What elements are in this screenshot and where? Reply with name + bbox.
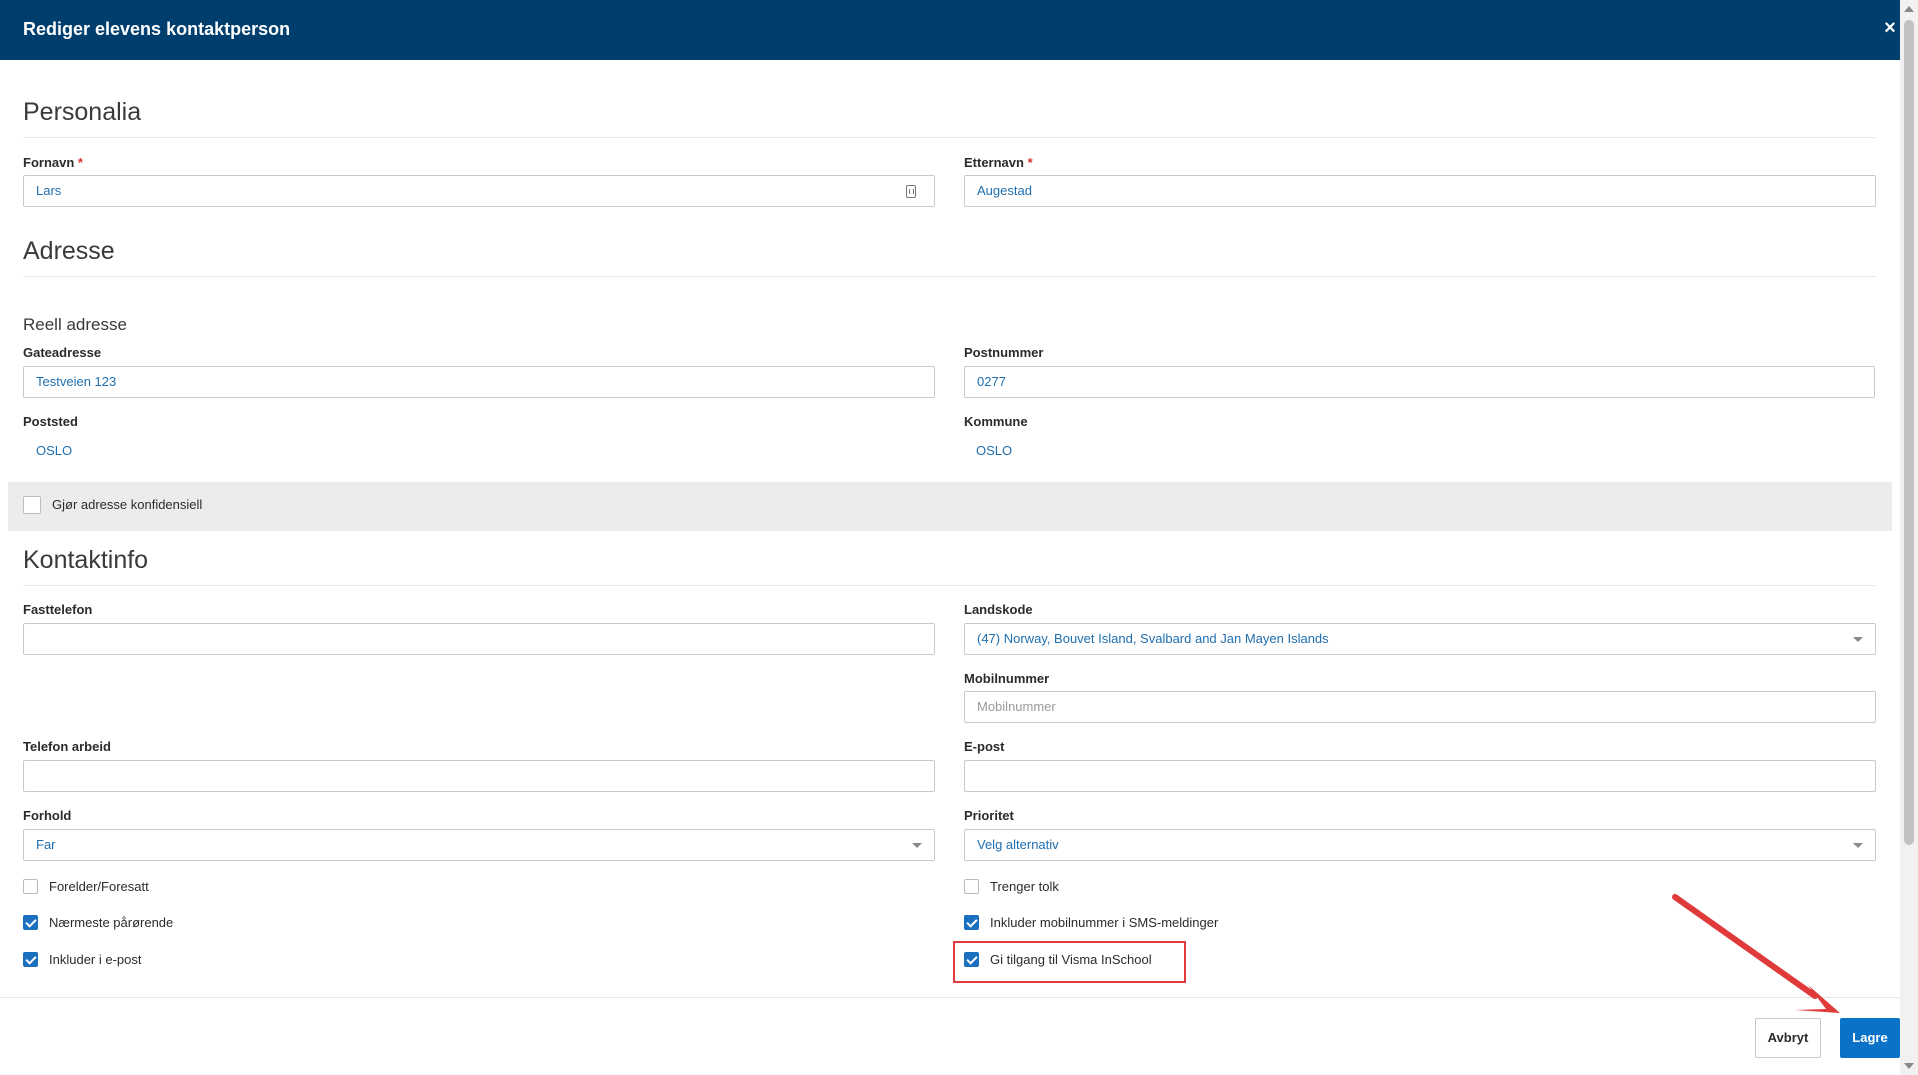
fornavn-label: Fornavn * <box>23 155 83 170</box>
scrollbar[interactable] <box>1900 0 1918 1075</box>
etternavn-input[interactable]: Augestad <box>964 175 1876 207</box>
etternavn-label: Etternavn * <box>964 155 1033 170</box>
prioritet-select[interactable]: Velg alternativ <box>964 829 1876 861</box>
kommune-value: OSLO <box>976 443 1013 458</box>
annotation-highlight-box <box>953 941 1186 983</box>
naermeste-paaroerende-checkbox[interactable] <box>23 915 38 930</box>
forhold-select[interactable]: Far <box>23 829 935 861</box>
telefon-arbeid-label: Telefon arbeid <box>23 739 111 754</box>
scroll-down-icon[interactable] <box>1904 1063 1914 1069</box>
contact-card-icon <box>906 185 916 198</box>
chevron-down-icon <box>912 843 922 848</box>
forelder-label: Forelder/Foresatt <box>49 879 149 894</box>
forhold-label: Forhold <box>23 808 72 823</box>
naermeste-paaroerende-label: Nærmeste pårørende <box>49 915 174 930</box>
trenger-tolk-label: Trenger tolk <box>990 879 1059 894</box>
gateadresse-input[interactable]: Testveien 123 <box>23 366 935 398</box>
scrollbar-thumb[interactable] <box>1904 20 1914 845</box>
sms-label: Inkluder mobilnummer i SMS-meldinger <box>990 915 1219 930</box>
cancel-button[interactable]: Avbryt <box>1755 1018 1821 1058</box>
prioritet-label: Prioritet <box>964 808 1014 823</box>
epost-label: E-post <box>964 739 1005 754</box>
close-icon[interactable]: × <box>1880 17 1900 40</box>
postnummer-input[interactable]: 0277 <box>964 366 1875 398</box>
dialog-header: Rediger elevens kontaktperson × <box>0 0 1900 60</box>
section-personalia: Personalia <box>23 98 142 126</box>
mobilnummer-input[interactable]: Mobilnummer <box>964 691 1876 723</box>
divider <box>23 585 1876 586</box>
postnummer-label: Postnummer <box>964 345 1044 360</box>
poststed-value: OSLO <box>36 443 73 458</box>
confidential-address-row <box>8 482 1892 531</box>
epost-input[interactable] <box>964 760 1876 792</box>
gateadresse-label: Gateadresse <box>23 345 102 360</box>
divider <box>23 276 1876 277</box>
footer-divider <box>0 997 1900 998</box>
forelder-checkbox[interactable] <box>23 879 38 894</box>
fornavn-input[interactable]: Lars <box>23 175 935 207</box>
inkluder-epost-label: Inkluder i e-post <box>49 952 142 967</box>
inkluder-epost-checkbox[interactable] <box>23 952 38 967</box>
telefon-arbeid-input[interactable] <box>23 760 935 792</box>
section-adresse: Adresse <box>23 237 115 265</box>
annotation-arrow-head <box>1795 985 1840 1013</box>
chevron-down-icon <box>1853 843 1863 848</box>
dialog-title: Rediger elevens kontaktperson <box>23 19 291 39</box>
confidential-address-label: Gjør adresse konfidensiell <box>52 497 203 512</box>
landskode-label: Landskode <box>964 602 1033 617</box>
chevron-down-icon <box>1853 637 1863 642</box>
poststed-label: Poststed <box>23 414 78 429</box>
landskode-select[interactable]: (47) Norway, Bouvet Island, Svalbard and… <box>964 623 1876 655</box>
kommune-label: Kommune <box>964 414 1028 429</box>
fasttelefon-input[interactable] <box>23 623 935 655</box>
annotation-arrow <box>1672 894 1840 1013</box>
subsection-reell-adresse: Reell adresse <box>23 315 127 334</box>
sms-checkbox[interactable] <box>964 915 979 930</box>
confidential-address-checkbox[interactable] <box>23 496 41 514</box>
divider <box>23 137 1876 138</box>
scroll-up-icon[interactable] <box>1904 6 1914 12</box>
section-kontaktinfo: Kontaktinfo <box>23 546 149 574</box>
annotation-arrow-shaft <box>1672 894 1818 999</box>
mobilnummer-label: Mobilnummer <box>964 671 1050 686</box>
fasttelefon-label: Fasttelefon <box>23 602 93 617</box>
save-button[interactable]: Lagre <box>1840 1018 1900 1058</box>
trenger-tolk-checkbox[interactable] <box>964 879 979 894</box>
